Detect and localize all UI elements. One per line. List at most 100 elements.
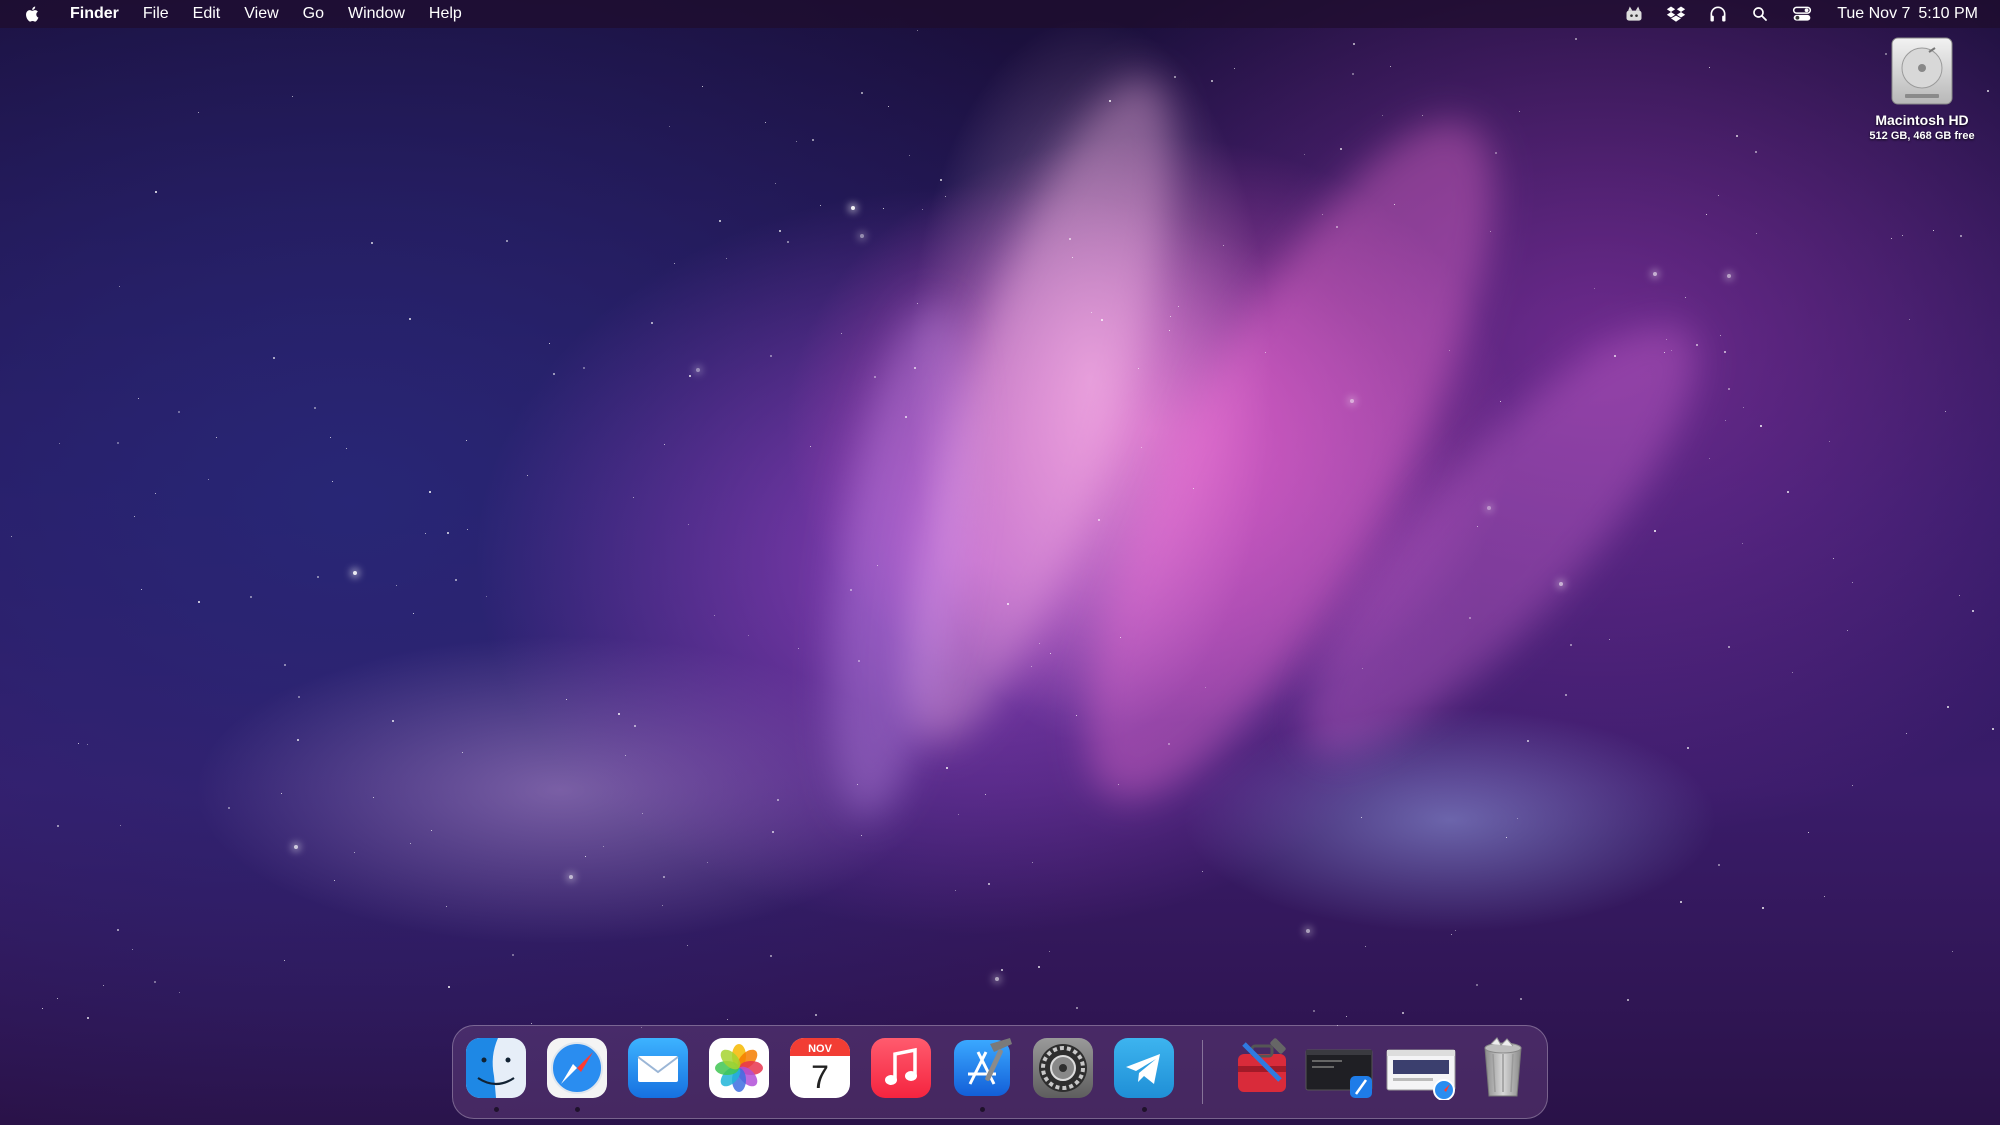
star: [138, 398, 140, 400]
star: [1829, 441, 1831, 443]
star: [1169, 330, 1171, 332]
star: [1365, 946, 1367, 948]
star: [155, 493, 157, 495]
star: [1049, 951, 1051, 953]
star: [1762, 907, 1764, 909]
star: [292, 96, 294, 98]
dock-item-xcode[interactable]: [950, 1036, 1014, 1112]
running-indicator: [575, 1107, 580, 1112]
robot-cat-icon[interactable]: [1622, 3, 1646, 25]
star: [1477, 526, 1479, 528]
star: [955, 890, 957, 892]
star: [1614, 355, 1616, 357]
star: [1727, 274, 1731, 278]
star: [1304, 154, 1306, 156]
dock-separator: [1202, 1040, 1203, 1104]
star: [1933, 230, 1935, 232]
star: [603, 846, 605, 848]
dock-item-music[interactable]: [869, 1036, 933, 1100]
dock-item-system-settings[interactable]: [1031, 1036, 1095, 1100]
star: [1346, 1016, 1348, 1018]
dock-item-safari-window[interactable]: [1385, 1036, 1457, 1100]
star: [353, 571, 357, 575]
dock-item-photos[interactable]: [707, 1036, 771, 1100]
star: [1906, 733, 1908, 735]
menu-bar-clock[interactable]: Tue Nov 7 5:10 PM: [1837, 5, 1978, 23]
star: [1653, 272, 1657, 276]
desktop-icon-label: Macintosh HD: [1875, 112, 1969, 128]
star: [1069, 238, 1071, 240]
dock-item-telegram[interactable]: [1112, 1036, 1176, 1112]
menu-view[interactable]: View: [232, 0, 290, 28]
system-settings-icon: [1033, 1038, 1093, 1098]
star: [87, 744, 89, 746]
dock-item-finder[interactable]: [464, 1036, 528, 1112]
control-center-icon[interactable]: [1790, 3, 1814, 25]
dropbox-icon[interactable]: [1664, 3, 1688, 25]
star: [688, 524, 690, 526]
dock-item-calendar[interactable]: NOV 7: [788, 1036, 852, 1100]
star: [726, 258, 728, 260]
star: [1575, 38, 1577, 40]
desktop-icon-macintosh-hd[interactable]: Macintosh HD 512 GB, 468 GB free: [1852, 36, 1992, 142]
trash-full-icon: [1484, 1037, 1522, 1097]
star: [132, 949, 134, 951]
star: [770, 355, 772, 357]
star: [719, 220, 721, 222]
star: [569, 875, 573, 879]
menu-window[interactable]: Window: [336, 0, 417, 28]
dock-item-mail[interactable]: [626, 1036, 690, 1100]
star: [354, 852, 356, 854]
star: [57, 998, 59, 1000]
star: [1947, 706, 1949, 708]
star: [841, 333, 843, 335]
star: [1076, 1007, 1078, 1009]
dock-item-safari[interactable]: [545, 1036, 609, 1112]
headphones-icon[interactable]: [1706, 3, 1730, 25]
star: [486, 596, 488, 598]
safari-icon: [547, 1038, 607, 1098]
star: [431, 830, 433, 832]
star: [946, 767, 948, 769]
star: [250, 596, 252, 598]
star: [198, 112, 200, 114]
dock-item-xcode-window[interactable]: [1304, 1036, 1376, 1100]
star: [642, 813, 644, 815]
menu-file[interactable]: File: [131, 0, 181, 28]
star: [909, 155, 911, 157]
dock-item-toolbox[interactable]: [1230, 1036, 1294, 1100]
dock-item-trash[interactable]: [1471, 1036, 1535, 1100]
apple-logo-icon[interactable]: [22, 3, 44, 25]
menu-help[interactable]: Help: [417, 0, 474, 28]
menu-app-name[interactable]: Finder: [60, 0, 131, 28]
star: [1469, 617, 1471, 619]
star: [874, 376, 876, 378]
star: [216, 437, 218, 439]
star: [1091, 312, 1093, 314]
star: [1594, 288, 1596, 290]
star: [1527, 740, 1529, 742]
star: [1178, 306, 1180, 308]
star: [154, 981, 156, 983]
star: [1902, 235, 1904, 237]
star: [1824, 896, 1826, 898]
star: [413, 613, 415, 615]
star: [141, 589, 143, 591]
star: [1696, 344, 1698, 346]
star: [396, 585, 398, 587]
spotlight-search-icon[interactable]: [1748, 3, 1772, 25]
calendar-day: 7: [811, 1059, 829, 1095]
star: [314, 407, 316, 409]
menu-edit[interactable]: Edit: [181, 0, 233, 28]
star: [583, 367, 585, 369]
menu-go[interactable]: Go: [291, 0, 336, 28]
star: [777, 799, 779, 801]
star: [1671, 350, 1673, 352]
star: [1109, 100, 1111, 102]
star: [446, 906, 448, 908]
menu-bar: Finder File Edit View Go Window Help Tue…: [0, 0, 2000, 28]
star: [119, 286, 121, 288]
star: [1101, 319, 1103, 321]
star: [812, 139, 814, 141]
star: [1960, 235, 1962, 237]
